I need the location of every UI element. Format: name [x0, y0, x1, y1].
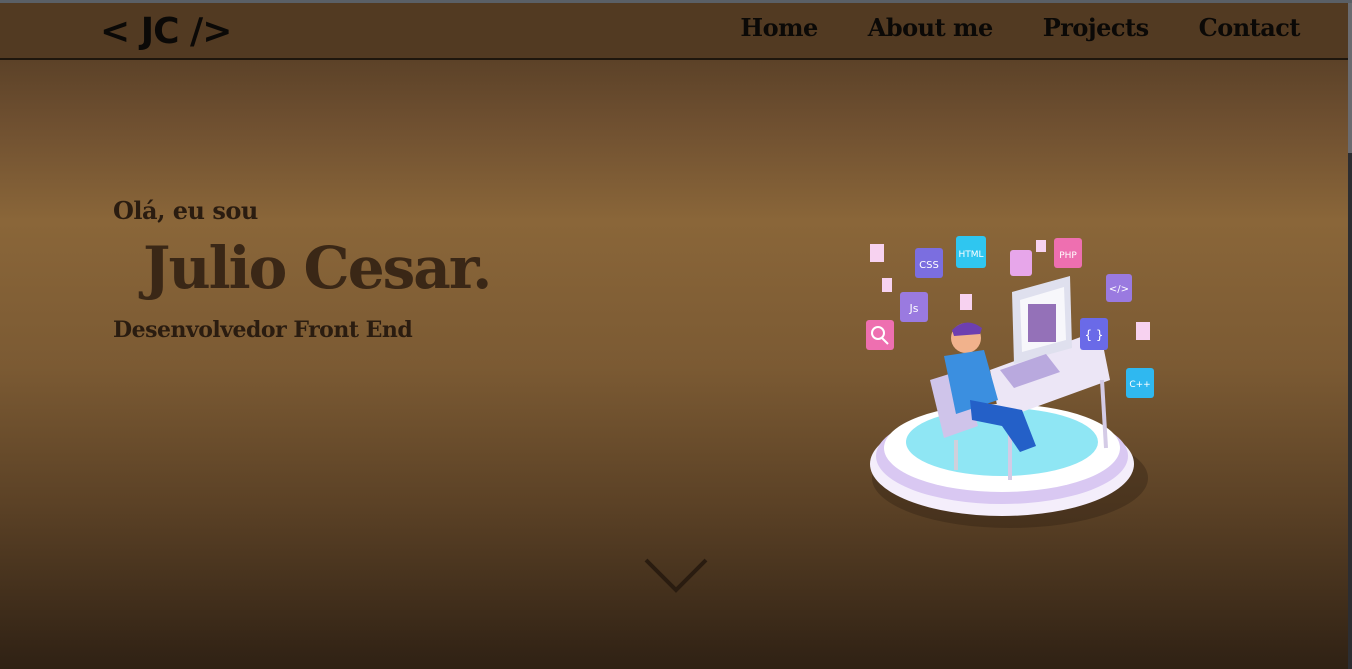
nav-link-home[interactable]: Home — [740, 13, 818, 42]
nav-link-contact[interactable]: Contact — [1199, 13, 1301, 42]
main-nav: Home About me Projects Contact — [740, 13, 1300, 42]
svg-text:{ }: { } — [1084, 328, 1103, 342]
svg-text:C++: C++ — [1129, 380, 1150, 390]
hero-name: Julio Cesar. — [143, 234, 492, 302]
tag-html: HTML — [956, 236, 986, 268]
tag-code: </> — [1106, 274, 1132, 302]
chevron-down-icon[interactable] — [644, 556, 708, 596]
svg-text:Js: Js — [909, 302, 919, 315]
tag-php: PHP — [1054, 238, 1082, 268]
scrollbar-thumb[interactable] — [1348, 3, 1352, 153]
hero-greeting: Olá, eu sou — [113, 196, 258, 225]
tag-css: CSS — [915, 248, 943, 278]
svg-text:</>: </> — [1109, 284, 1129, 295]
magnifier-icon — [866, 320, 894, 350]
svg-text:CSS: CSS — [919, 260, 939, 271]
navbar: < JC /> Home About me Projects Contact — [0, 3, 1348, 60]
svg-text:PHP: PHP — [1059, 251, 1077, 261]
site-logo[interactable]: < JC /> — [100, 11, 232, 52]
developer-illustration: CSS HTML PHP Js </> { } C++ — [866, 236, 1154, 528]
nav-link-about[interactable]: About me — [868, 13, 993, 42]
nav-link-projects[interactable]: Projects — [1043, 13, 1149, 42]
tag-braces: { } — [1080, 318, 1108, 350]
tag-js: Js — [900, 292, 928, 322]
svg-text:HTML: HTML — [958, 250, 983, 260]
hero-intro: Olá, eu sou Julio Cesar. Desenvolvedor F… — [113, 196, 492, 343]
tag-cpp: C++ — [1126, 368, 1154, 398]
hero-role: Desenvolvedor Front End — [113, 317, 413, 343]
